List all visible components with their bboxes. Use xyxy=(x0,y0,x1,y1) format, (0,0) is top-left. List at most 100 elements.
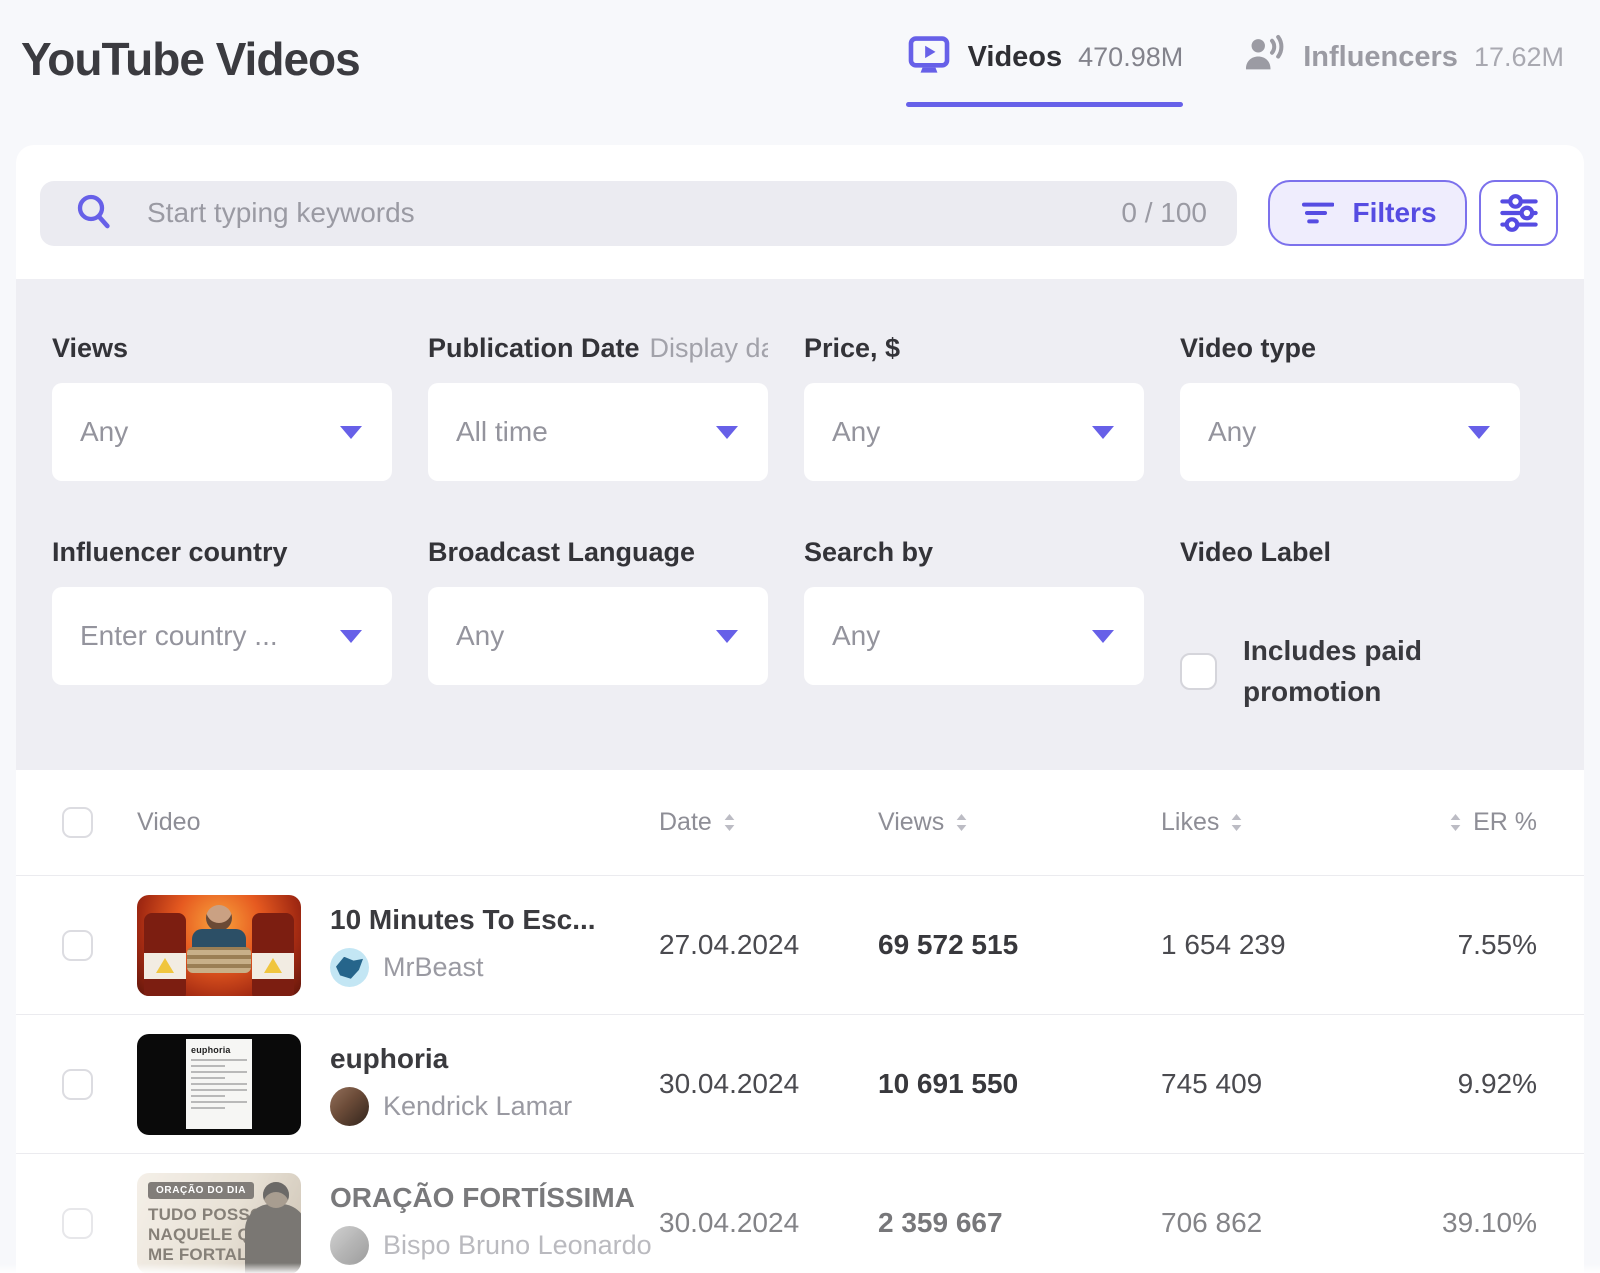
column-video: Video xyxy=(137,808,201,837)
tab-bar: Videos 470.98M Influencers 17.62M xyxy=(906,26,1564,107)
sliders-icon xyxy=(1498,192,1540,234)
barrel-art xyxy=(144,913,186,996)
column-date-sort[interactable]: Date xyxy=(659,808,878,837)
tab-videos[interactable]: Videos 470.98M xyxy=(906,28,1184,107)
video-thumbnail[interactable] xyxy=(137,895,301,996)
person-art xyxy=(184,905,254,996)
row-checkbox[interactable] xyxy=(62,930,93,961)
filter-publication-date-label: Publication Date xyxy=(428,333,640,364)
filter-publication-date-select[interactable]: All time xyxy=(428,383,768,481)
filter-broadcast-language-label: Broadcast Language xyxy=(428,537,695,568)
filter-search-by-value: Any xyxy=(832,620,880,652)
filter-price-value: Any xyxy=(832,416,880,448)
filter-influencer-country-select[interactable]: Enter country ... xyxy=(52,587,392,685)
page-title: YouTube Videos xyxy=(21,26,360,86)
row-checkbox[interactable] xyxy=(62,1069,93,1100)
active-tab-indicator xyxy=(906,102,1184,107)
paid-promotion-checkbox[interactable] xyxy=(1180,653,1217,690)
filter-publication-date-sublabel: Display date xyxy=(650,333,768,364)
filter-search-by-label: Search by xyxy=(804,537,933,568)
filter-video-label: Video Label Includes paid promotion xyxy=(1180,537,1520,712)
filters-button[interactable]: Filters xyxy=(1268,180,1467,246)
chevron-down-icon xyxy=(340,630,362,643)
filter-views-label: Views xyxy=(52,333,128,364)
filter-price-select[interactable]: Any xyxy=(804,383,1144,481)
video-likes: 706 862 xyxy=(1161,1207,1262,1238)
keyword-counter: 0 / 100 xyxy=(1121,197,1207,229)
column-date-label: Date xyxy=(659,808,712,837)
column-er-sort[interactable]: ER % xyxy=(1401,808,1584,837)
table-row[interactable]: ORAÇÃO DO DIA TUDO POSSO NAQUELE QUE ME … xyxy=(16,1154,1584,1273)
filters-button-label: Filters xyxy=(1352,197,1436,229)
search-card: 0 / 100 Filters xyxy=(16,145,1584,279)
video-thumbnail[interactable]: ORAÇÃO DO DIA TUDO POSSO NAQUELE QUE ME … xyxy=(137,1173,301,1273)
tab-videos-label: Videos xyxy=(968,41,1063,74)
barrel-art xyxy=(252,913,294,996)
channel-name[interactable]: Bispo Bruno Leonardo xyxy=(383,1230,652,1261)
paper-title: euphoria xyxy=(191,1045,247,1055)
video-likes: 1 654 239 xyxy=(1161,929,1286,960)
row-checkbox[interactable] xyxy=(62,1208,93,1239)
filter-video-type-select[interactable]: Any xyxy=(1180,383,1520,481)
search-icon xyxy=(74,191,114,236)
table-row[interactable]: euphoria euphoria Kendrick Lamar 30.04.2… xyxy=(16,1015,1584,1154)
video-er: 7.55% xyxy=(1458,929,1537,961)
video-likes: 745 409 xyxy=(1161,1068,1262,1099)
filter-video-type-label: Video type xyxy=(1180,333,1316,364)
video-title[interactable]: ORAÇÃO FORTÍSSIMA xyxy=(330,1182,652,1214)
filter-video-type: Video type Any xyxy=(1180,333,1520,481)
filter-views-value: Any xyxy=(80,416,128,448)
table-row[interactable]: 10 Minutes To Esc... MrBeast 27.04.2024 … xyxy=(16,876,1584,1015)
filter-broadcast-language: Broadcast Language Any xyxy=(428,537,768,712)
thumbnail-badge: ORAÇÃO DO DIA xyxy=(148,1182,254,1199)
channel-name[interactable]: MrBeast xyxy=(383,952,484,983)
tab-videos-count: 470.98M xyxy=(1078,42,1183,73)
page-header: YouTube Videos Videos 470.98M xyxy=(0,0,1600,125)
advanced-settings-button[interactable] xyxy=(1479,180,1558,246)
channel-name[interactable]: Kendrick Lamar xyxy=(383,1091,572,1122)
video-title[interactable]: euphoria xyxy=(330,1043,572,1075)
column-likes-label: Likes xyxy=(1161,808,1219,837)
sort-icon xyxy=(1229,813,1244,832)
keyword-search-box[interactable]: 0 / 100 xyxy=(40,181,1237,246)
column-likes-sort[interactable]: Likes xyxy=(1161,808,1401,837)
table-header-row: Video Date Views Likes ER % xyxy=(16,770,1584,876)
chevron-down-icon xyxy=(716,630,738,643)
chevron-down-icon xyxy=(1092,630,1114,643)
filter-funnel-icon xyxy=(1298,195,1334,231)
tab-influencers-count: 17.62M xyxy=(1474,42,1564,73)
lyrics-paper-art: euphoria xyxy=(186,1039,252,1129)
video-er: 9.92% xyxy=(1458,1068,1537,1100)
sort-icon xyxy=(954,813,969,832)
channel-avatar[interactable] xyxy=(330,948,369,987)
video-title[interactable]: 10 Minutes To Esc... xyxy=(330,904,596,936)
video-views: 69 572 515 xyxy=(878,929,1018,960)
chevron-down-icon xyxy=(340,426,362,439)
tab-influencers[interactable]: Influencers 17.62M xyxy=(1241,28,1564,86)
search-input[interactable] xyxy=(147,197,1121,229)
videos-table: Video Date Views Likes ER % xyxy=(16,770,1584,1273)
filter-views: Views Any xyxy=(52,333,392,481)
filter-search-by: Search by Any xyxy=(804,537,1144,712)
channel-avatar[interactable] xyxy=(330,1226,369,1265)
column-views-sort[interactable]: Views xyxy=(878,808,1161,837)
video-date: 27.04.2024 xyxy=(659,929,799,960)
chevron-down-icon xyxy=(1468,426,1490,439)
filter-views-select[interactable]: Any xyxy=(52,383,392,481)
channel-avatar[interactable] xyxy=(330,1087,369,1126)
filter-publication-date-value: All time xyxy=(456,416,548,448)
person-broadcast-icon xyxy=(1241,32,1287,83)
filter-broadcast-language-value: Any xyxy=(456,620,504,652)
filter-search-by-select[interactable]: Any xyxy=(804,587,1144,685)
tab-influencers-label: Influencers xyxy=(1303,41,1458,74)
filter-video-label-label: Video Label xyxy=(1180,537,1331,568)
filter-price: Price, $ Any xyxy=(804,333,1144,481)
filter-influencer-country-value: Enter country ... xyxy=(80,620,278,652)
select-all-checkbox[interactable] xyxy=(62,807,93,838)
filter-video-type-value: Any xyxy=(1208,416,1256,448)
video-er: 39.10% xyxy=(1442,1207,1537,1239)
video-thumbnail[interactable]: euphoria xyxy=(137,1034,301,1135)
video-views: 10 691 550 xyxy=(878,1068,1018,1099)
filter-broadcast-language-select[interactable]: Any xyxy=(428,587,768,685)
filters-panel: Views Any Publication Date Display date … xyxy=(16,279,1584,770)
